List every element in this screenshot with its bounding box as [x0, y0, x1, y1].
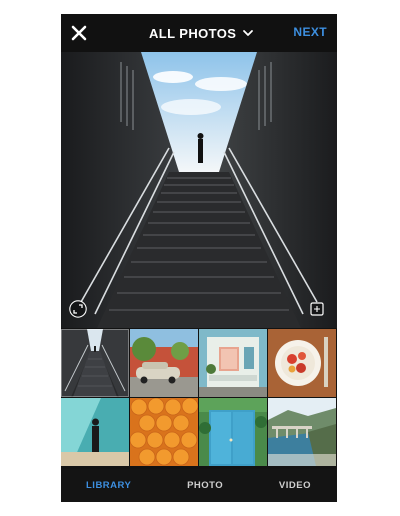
chevron-down-icon	[243, 30, 254, 36]
top-bar: ALL PHOTOS NEXT	[61, 14, 337, 52]
bottom-tab-bar: LIBRARY PHOTO VIDEO	[61, 469, 337, 502]
tab-library[interactable]: LIBRARY	[86, 480, 131, 491]
thumbnail-red-wall-car[interactable]	[130, 329, 198, 397]
multi-select-icon	[310, 302, 324, 316]
thumbnail-storefront[interactable]	[199, 329, 267, 397]
preview-image-staircase	[61, 52, 337, 328]
photo-library-grid	[61, 329, 337, 467]
thumbnail-staircase[interactable]	[61, 329, 129, 397]
thumbnail-image	[61, 329, 129, 397]
album-selector[interactable]: ALL PHOTOS	[149, 23, 254, 43]
expand-icon	[69, 300, 87, 318]
next-button[interactable]: NEXT	[293, 25, 327, 39]
thumbnail-image	[61, 398, 129, 466]
photo-preview[interactable]	[61, 52, 337, 328]
album-title: ALL PHOTOS	[149, 25, 237, 41]
expand-button[interactable]	[69, 300, 87, 318]
thumbnail-image	[268, 398, 336, 466]
thumbnail-image	[199, 329, 267, 397]
thumbnail-oranges[interactable]	[130, 398, 198, 466]
thumbnail-image	[130, 329, 198, 397]
multi-select-button[interactable]	[308, 300, 326, 318]
thumbnail-food-plate[interactable]	[268, 329, 336, 397]
thumbnail-image	[199, 398, 267, 466]
close-icon	[71, 25, 87, 41]
thumbnail-person-teal-wall[interactable]	[61, 398, 129, 466]
thumbnail-coast[interactable]	[268, 398, 336, 466]
thumbnail-image	[268, 329, 336, 397]
photo-picker-screen: ALL PHOTOS NEXT LIBRARY PHOTO VIDEO	[61, 14, 337, 502]
thumbnail-blue-door[interactable]	[199, 398, 267, 466]
close-button[interactable]	[69, 23, 89, 43]
thumbnail-image	[130, 398, 198, 466]
tab-video[interactable]: VIDEO	[279, 480, 311, 491]
tab-photo[interactable]: PHOTO	[187, 480, 223, 491]
